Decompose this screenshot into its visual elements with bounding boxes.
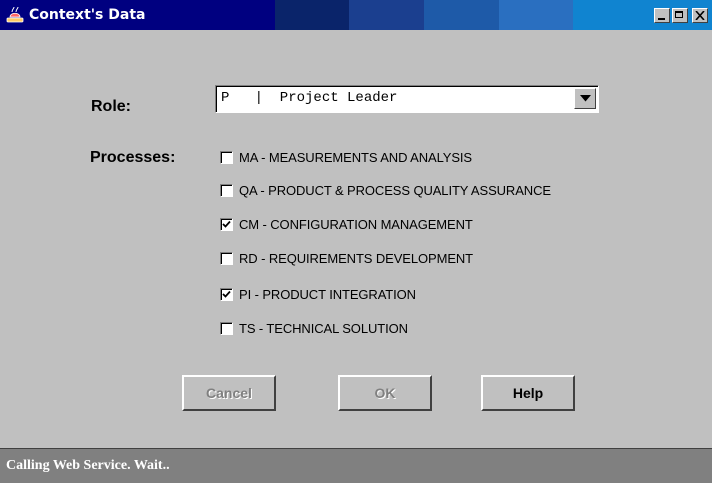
- close-button[interactable]: [692, 7, 708, 23]
- checkbox-qa[interactable]: [220, 183, 233, 197]
- role-dropdown-button[interactable]: [574, 88, 596, 109]
- maximize-button[interactable]: [672, 7, 688, 23]
- process-item-pi[interactable]: PI - PRODUCT INTEGRATION: [220, 284, 416, 304]
- role-selected-value: P | Project Leader: [221, 90, 398, 106]
- window-controls: [648, 0, 712, 30]
- process-label-ma: MA - MEASUREMENTS AND ANALYSIS: [239, 149, 472, 165]
- checkmark-icon: [222, 290, 231, 298]
- checkbox-pi[interactable]: [220, 287, 233, 301]
- title-bar[interactable]: Context's Data: [0, 0, 712, 30]
- role-label: Role:: [91, 98, 131, 115]
- process-item-rd[interactable]: RD - REQUIREMENTS DEVELOPMENT: [220, 248, 473, 268]
- checkbox-ma[interactable]: [220, 150, 233, 164]
- close-icon: [695, 10, 705, 20]
- java-app-icon: [6, 6, 24, 24]
- context-data-dialog: Context's Data Role: P | Project Leader: [0, 0, 712, 483]
- process-label-rd: RD - REQUIREMENTS DEVELOPMENT: [239, 250, 474, 266]
- process-item-cm[interactable]: CM - CONFIGURATION MANAGEMENT: [220, 214, 473, 234]
- checkbox-cm[interactable]: [220, 217, 233, 231]
- checkbox-rd[interactable]: [220, 251, 233, 265]
- process-label-pi: PI - PRODUCT INTEGRATION: [239, 286, 416, 302]
- process-item-qa[interactable]: QA - PRODUCT & PROCESS QUALITY ASSURANCE: [220, 180, 551, 200]
- process-label-ts: TS - TECHNICAL SOLUTION: [239, 320, 408, 336]
- minimize-button[interactable]: [654, 7, 670, 23]
- ok-button[interactable]: OK: [338, 375, 432, 411]
- window-title: Context's Data: [29, 7, 146, 23]
- checkbox-ts[interactable]: [220, 321, 233, 335]
- dialog-content: Role: P | Project Leader Processes: MA -…: [0, 30, 712, 448]
- processes-label: Processes:: [90, 149, 176, 166]
- title-bar-gradient: [200, 0, 649, 30]
- process-item-ts[interactable]: TS - TECHNICAL SOLUTION: [220, 318, 408, 338]
- status-message: Calling Web Service. Wait..: [6, 458, 170, 473]
- process-label-qa: QA - PRODUCT & PROCESS QUALITY ASSURANCE: [239, 182, 551, 198]
- role-select[interactable]: P | Project Leader: [215, 85, 599, 113]
- cancel-button[interactable]: Cancel: [182, 375, 276, 411]
- help-button[interactable]: Help: [481, 375, 575, 411]
- checkmark-icon: [222, 220, 231, 228]
- title-area: Context's Data: [0, 0, 200, 30]
- chevron-down-icon: [580, 95, 591, 102]
- status-bar: Calling Web Service. Wait..: [0, 448, 712, 483]
- process-item-ma[interactable]: MA - MEASUREMENTS AND ANALYSIS: [220, 147, 472, 167]
- process-label-cm: CM - CONFIGURATION MANAGEMENT: [239, 216, 473, 232]
